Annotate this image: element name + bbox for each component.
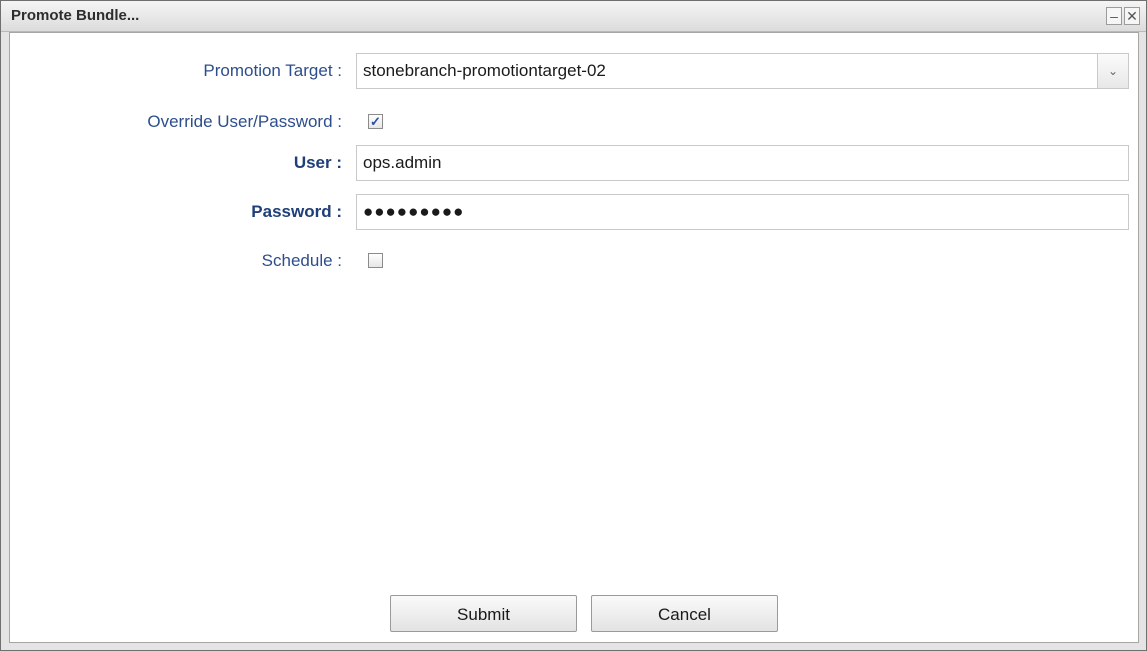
dialog-body: Promotion Target : stonebranch-promotion…: [9, 32, 1139, 643]
promotion-target-value: stonebranch-promotiontarget-02: [363, 61, 606, 80]
password-label: Password :: [251, 202, 342, 221]
user-input[interactable]: ops.admin: [356, 145, 1129, 181]
submit-button[interactable]: Submit: [390, 595, 577, 632]
password-input[interactable]: ●●●●●●●●●: [356, 194, 1129, 230]
user-label: User :: [293, 153, 342, 172]
dialog-titlebar: Promote Bundle... – ✕: [1, 1, 1146, 32]
schedule-checkbox[interactable]: [368, 253, 383, 268]
minimize-icon[interactable]: –: [1106, 7, 1122, 25]
dialog-title: Promote Bundle...: [11, 7, 140, 24]
schedule-label: Schedule :: [261, 251, 342, 270]
chevron-down-icon[interactable]: ⌄: [1097, 54, 1128, 88]
override-label: Override User/Password :: [147, 112, 342, 131]
promotion-target-label: Promotion Target :: [203, 61, 342, 80]
override-checkbox[interactable]: ✓: [368, 114, 383, 129]
promotion-target-select[interactable]: stonebranch-promotiontarget-02 ⌄: [356, 53, 1129, 89]
cancel-button[interactable]: Cancel: [591, 595, 778, 632]
promote-bundle-dialog: Promote Bundle... – ✕ Promotion Target :…: [0, 0, 1147, 651]
close-icon[interactable]: ✕: [1124, 7, 1140, 25]
